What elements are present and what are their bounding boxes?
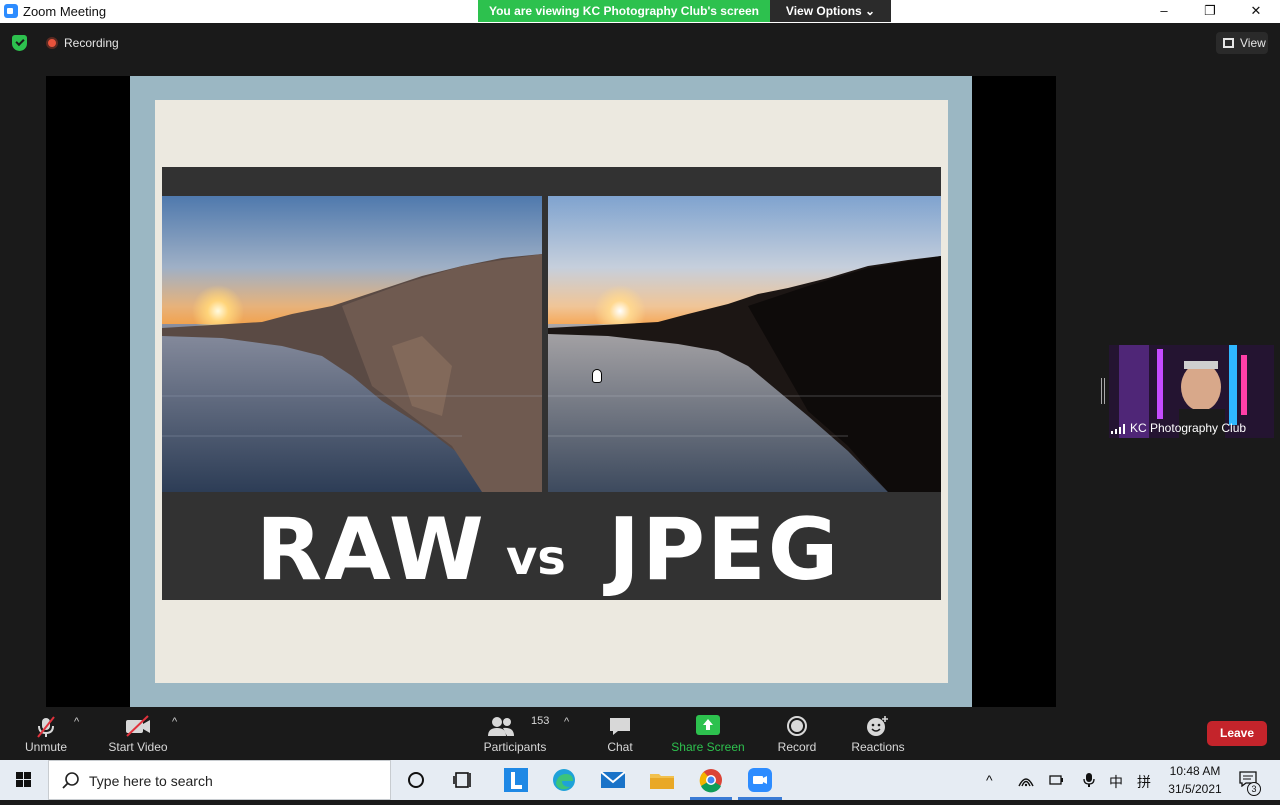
recording-label[interactable]: Recording bbox=[64, 36, 119, 50]
participants-count: 153 bbox=[531, 715, 550, 727]
windows-logo-icon bbox=[16, 772, 31, 787]
jpeg-photo bbox=[548, 196, 941, 492]
chat-bubble-icon bbox=[610, 718, 630, 735]
participants-label: Participants bbox=[483, 740, 547, 754]
mail-icon[interactable] bbox=[599, 766, 627, 794]
video-off-icon bbox=[126, 715, 150, 737]
view-options-button[interactable]: View Options ⌄ bbox=[770, 0, 891, 22]
ime-language-indicator[interactable]: 中 bbox=[1108, 772, 1124, 792]
reactions-label: Reactions bbox=[851, 740, 905, 754]
search-placeholder: Type here to search bbox=[89, 773, 213, 789]
share-screen-button[interactable]: Share Screen bbox=[668, 707, 748, 759]
record-button[interactable]: Record bbox=[774, 707, 820, 759]
power-icon[interactable] bbox=[1049, 773, 1065, 787]
chrome-browser-icon[interactable] bbox=[697, 766, 725, 794]
cortana-icon[interactable] bbox=[402, 766, 430, 794]
window-title: Zoom Meeting bbox=[23, 4, 107, 19]
share-screen-label: Share Screen bbox=[671, 740, 745, 754]
recording-icon bbox=[46, 37, 58, 49]
participants-options-chevron-icon[interactable]: ^ bbox=[564, 716, 569, 728]
participant-name: KC Photography Club bbox=[1130, 421, 1247, 435]
video-options-chevron-icon[interactable]: ^ bbox=[172, 716, 177, 728]
audio-options-chevron-icon[interactable]: ^ bbox=[74, 716, 79, 728]
clock-time[interactable]: 10:48 AM bbox=[1164, 764, 1226, 778]
participants-icon bbox=[488, 717, 514, 736]
slide-raw-text: RAW bbox=[256, 500, 486, 600]
maximize-button[interactable]: ❐ bbox=[1187, 0, 1233, 23]
zoom-taskbar-icon[interactable] bbox=[746, 766, 774, 794]
chat-label: Chat bbox=[607, 740, 633, 754]
reactions-smiley-icon bbox=[867, 716, 888, 736]
start-video-button[interactable]: Start Video bbox=[106, 707, 170, 759]
edge-browser-icon[interactable] bbox=[550, 766, 578, 794]
muted-microphone-icon bbox=[37, 716, 55, 738]
record-label: Record bbox=[777, 740, 817, 754]
reactions-button[interactable]: Reactions bbox=[848, 707, 908, 759]
chat-button[interactable]: Chat bbox=[598, 707, 642, 759]
clock-date[interactable]: 31/5/2021 bbox=[1164, 782, 1226, 796]
file-explorer-icon[interactable] bbox=[648, 766, 676, 794]
wifi-icon[interactable] bbox=[1018, 773, 1034, 787]
grid-view-icon bbox=[1223, 38, 1234, 48]
encryption-shield-icon[interactable] bbox=[12, 35, 27, 51]
notifications-count-badge: 3 bbox=[1247, 782, 1261, 796]
search-icon bbox=[62, 772, 79, 789]
task-view-icon[interactable] bbox=[450, 766, 478, 794]
raw-photo bbox=[162, 196, 542, 492]
microphone-icon[interactable] bbox=[1083, 772, 1095, 788]
show-hidden-icons-chevron-icon[interactable]: ^ bbox=[986, 772, 993, 788]
slide-jpeg-text: JPEG bbox=[608, 500, 841, 600]
unmute-label: Unmute bbox=[24, 740, 68, 754]
ime-mode-indicator[interactable]: 拼 bbox=[1136, 772, 1152, 792]
start-video-label: Start Video bbox=[108, 740, 168, 754]
drag-handle[interactable] bbox=[1101, 378, 1105, 404]
l-app-icon[interactable] bbox=[502, 766, 530, 794]
record-icon bbox=[787, 716, 807, 736]
windows-start-button[interactable] bbox=[0, 760, 48, 800]
share-banner: You are viewing KC Photography Club's sc… bbox=[478, 0, 770, 22]
taskbar-search-box[interactable]: Type here to search bbox=[48, 760, 391, 800]
minimize-button[interactable]: – bbox=[1141, 0, 1187, 23]
hand-cursor-icon bbox=[592, 369, 602, 383]
close-button[interactable]: ✕ bbox=[1233, 0, 1279, 23]
view-button[interactable]: View bbox=[1216, 32, 1268, 54]
unmute-button[interactable]: Unmute bbox=[16, 707, 76, 759]
view-label: View bbox=[1240, 36, 1266, 50]
leave-button[interactable]: Leave bbox=[1207, 721, 1267, 746]
share-screen-icon bbox=[696, 715, 720, 735]
signal-strength-icon bbox=[1111, 424, 1125, 434]
slide-vs-text: vs bbox=[506, 530, 566, 586]
zoom-app-icon bbox=[4, 4, 18, 18]
